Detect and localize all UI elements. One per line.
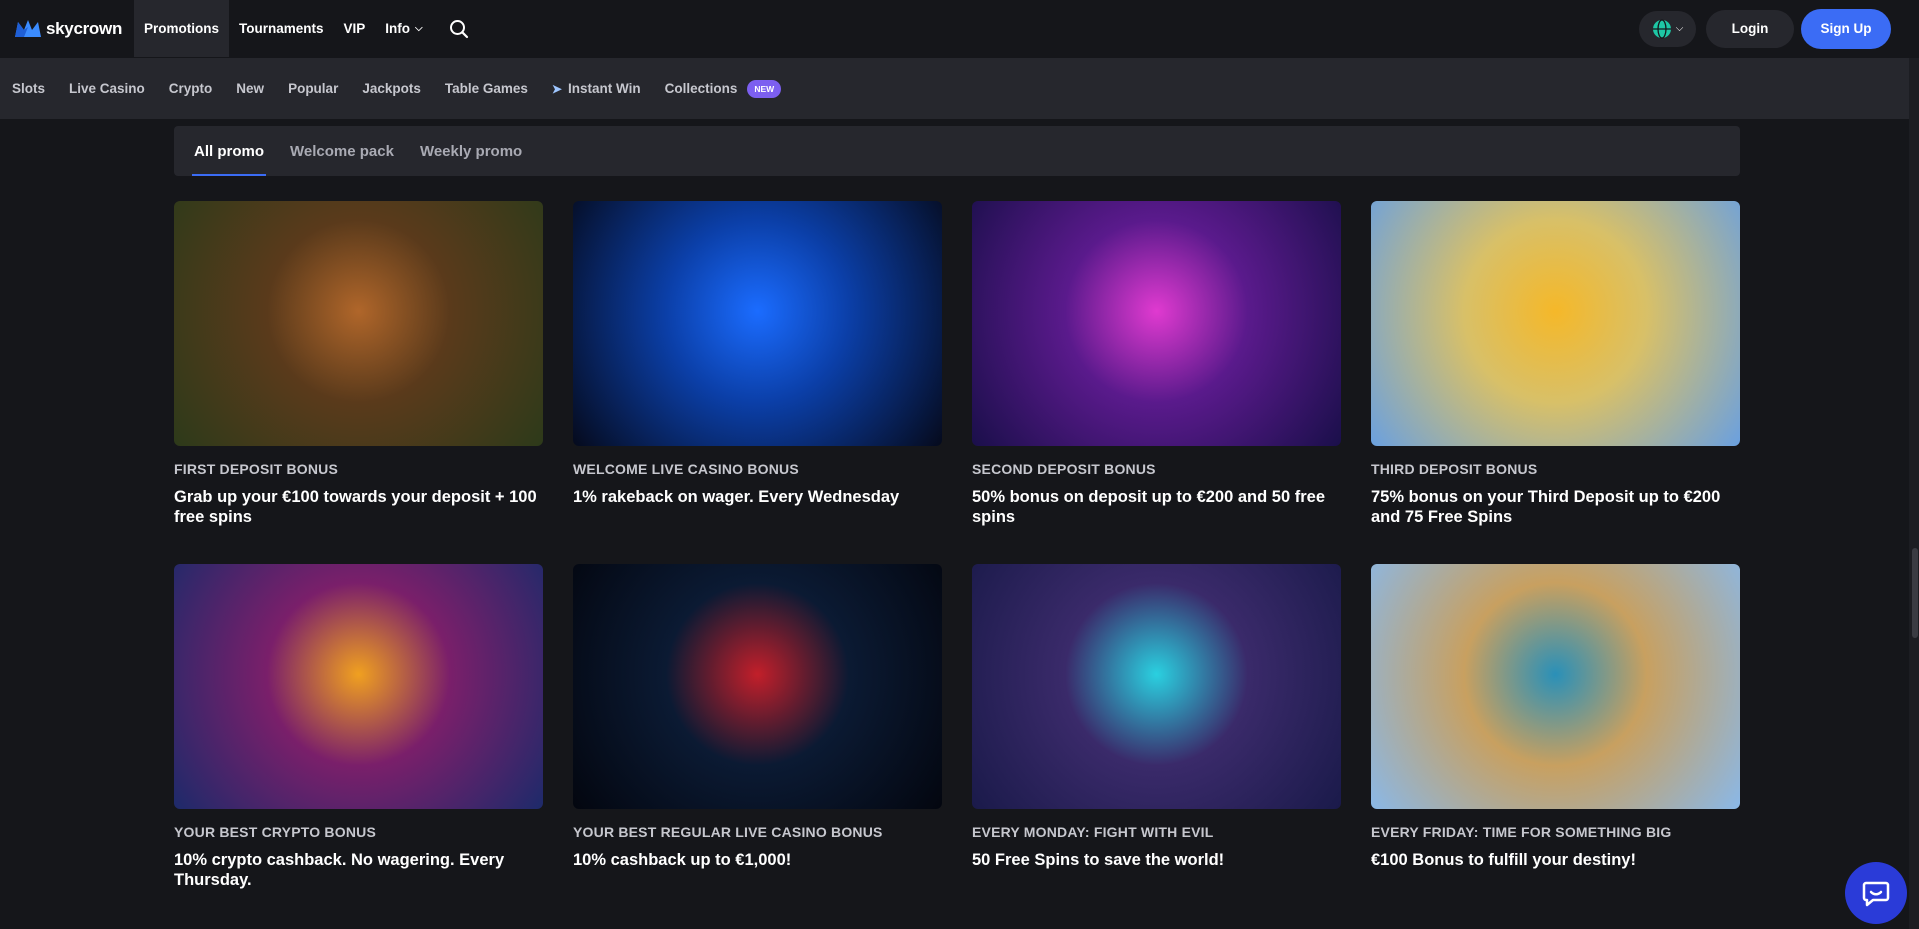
promo-card[interactable]: YOUR BEST CRYPTO BONUS 10% crypto cashbac… (174, 564, 543, 927)
category-live-casino[interactable]: Live Casino (69, 81, 145, 96)
nav-label: Tournaments (239, 21, 324, 36)
category-label: Popular (288, 81, 339, 96)
crown-icon (15, 19, 41, 37)
nav-vip[interactable]: VIP (334, 0, 376, 57)
promo-caption: YOUR BEST CRYPTO BONUS (174, 824, 376, 840)
tab-welcome-pack[interactable]: Welcome pack (290, 126, 394, 176)
promo-card[interactable]: EVERY MONDAY: FIGHT WITH EVIL 50 Free Spi… (972, 564, 1341, 927)
category-label: Jackpots (362, 81, 421, 96)
category-popular[interactable]: Popular (288, 81, 338, 96)
nav-promotions[interactable]: Promotions (134, 0, 230, 57)
main-nav: Promotions Tournaments VIP Info ⌵ (134, 0, 479, 57)
promo-image (1371, 201, 1740, 446)
scrollbar-thumb[interactable] (1912, 548, 1918, 638)
promo-title: Grab up your €100 towards your deposit +… (174, 488, 537, 526)
promo-caption: YOUR BEST REGULAR LIVE CASINO BONUS (573, 824, 883, 840)
category-label: Instant Win (567, 81, 641, 96)
promo-caption: FIRST DEPOSIT BONUS (174, 461, 339, 477)
category-label: New (236, 81, 265, 96)
category-new[interactable]: New (236, 81, 264, 96)
promo-title: 10% crypto cashback. No wagering. Every … (174, 851, 505, 889)
live-chat-button[interactable] (1845, 862, 1907, 924)
promo-image (972, 564, 1341, 809)
nav-label: Info (385, 21, 411, 36)
promo-card[interactable]: THIRD DEPOSIT BONUS 75% bonus on your Thi… (1371, 201, 1740, 564)
logo[interactable]: skycrown (14, 0, 134, 57)
promo-title: 50 Free Spins to save the world! (972, 851, 1225, 869)
promo-image (573, 201, 942, 446)
top-bar: skycrown Promotions Tournaments VIP Info… (0, 0, 1919, 57)
chevron-down-icon: ⌵ (415, 23, 423, 34)
globe-icon (1652, 18, 1671, 39)
nav-label: VIP (343, 21, 366, 36)
promo-image (972, 201, 1341, 446)
promo-image (573, 564, 942, 809)
chat-icon (1862, 881, 1890, 907)
nav-label: Promotions (144, 21, 220, 36)
promo-caption: THIRD DEPOSIT BONUS (1371, 461, 1538, 477)
tab-all-promo[interactable]: All promo (192, 126, 266, 176)
promo-title: €100 Bonus to fulfill your destiny! (1371, 851, 1636, 869)
promo-caption: SECOND DEPOSIT BONUS (972, 461, 1156, 477)
promo-title: 10% cashback up to €1,000! (573, 851, 792, 869)
chevron-down-icon: ⌵ (1675, 23, 1684, 34)
promo-title: 50% bonus on deposit up to €200 and 50 f… (972, 488, 1325, 526)
promo-caption: EVERY MONDAY: FIGHT WITH EVIL (972, 824, 1214, 840)
promo-card[interactable]: EVERY FRIDAY: TIME FOR SOMETHING BIG €100… (1371, 564, 1740, 927)
language-selector[interactable]: ⌵ (1639, 10, 1696, 47)
promo-title: 75% bonus on your Third Deposit up to €2… (1371, 488, 1721, 526)
category-table-games[interactable]: Table Games (445, 81, 528, 96)
category-label: Live Casino (69, 81, 145, 96)
category-jackpots[interactable]: Jackpots (362, 81, 421, 96)
scrollbar[interactable] (1909, 58, 1919, 929)
search-button[interactable] (439, 0, 479, 57)
promo-card[interactable]: SECOND DEPOSIT BONUS 50% bonus on deposit… (972, 201, 1341, 564)
logo-text: skycrown (46, 18, 123, 38)
category-crypto[interactable]: Crypto (169, 81, 213, 96)
category-instant-win[interactable]: ➤ Instant Win (552, 81, 641, 96)
promo-title: 1% rakeback on wager. Every Wednesday (573, 488, 900, 506)
promo-card[interactable]: WELCOME LIVE CASINO BONUS 1% rakeback on … (573, 201, 942, 564)
rocket-icon: ➤ (551, 81, 562, 96)
promo-caption: WELCOME LIVE CASINO BONUS (573, 461, 799, 477)
new-badge: NEW (747, 79, 782, 98)
header-actions: ⌵ Login Sign Up (1639, 0, 1919, 57)
category-label: Table Games (444, 81, 528, 96)
promo-image (1371, 564, 1740, 809)
signup-button[interactable]: Sign Up (1801, 8, 1891, 49)
promo-tabs: All promo Welcome pack Weekly promo (174, 126, 1740, 176)
promo-grid: FIRST DEPOSIT BONUS Grab up your €100 tow… (174, 201, 1740, 927)
promo-image (174, 201, 543, 446)
promo-card[interactable]: YOUR BEST REGULAR LIVE CASINO BONUS 10% c… (573, 564, 942, 927)
category-label: Crypto (168, 81, 213, 96)
promo-card[interactable]: FIRST DEPOSIT BONUS Grab up your €100 tow… (174, 201, 543, 564)
promo-caption: EVERY FRIDAY: TIME FOR SOMETHING BIG (1371, 824, 1672, 840)
nav-info[interactable]: Info ⌵ (375, 0, 432, 57)
category-slots[interactable]: Slots (12, 81, 45, 96)
category-label: Collections (664, 81, 738, 96)
tab-weekly-promo[interactable]: Weekly promo (420, 126, 522, 176)
nav-tournaments[interactable]: Tournaments (229, 0, 334, 57)
category-collections[interactable]: Collections NEW (664, 79, 782, 98)
search-icon (449, 19, 468, 38)
category-bar: Slots Live Casino Crypto New Popular Jac… (0, 58, 1919, 119)
promo-image (174, 564, 543, 809)
category-label: Slots (12, 81, 46, 96)
login-button[interactable]: Login (1706, 9, 1794, 48)
